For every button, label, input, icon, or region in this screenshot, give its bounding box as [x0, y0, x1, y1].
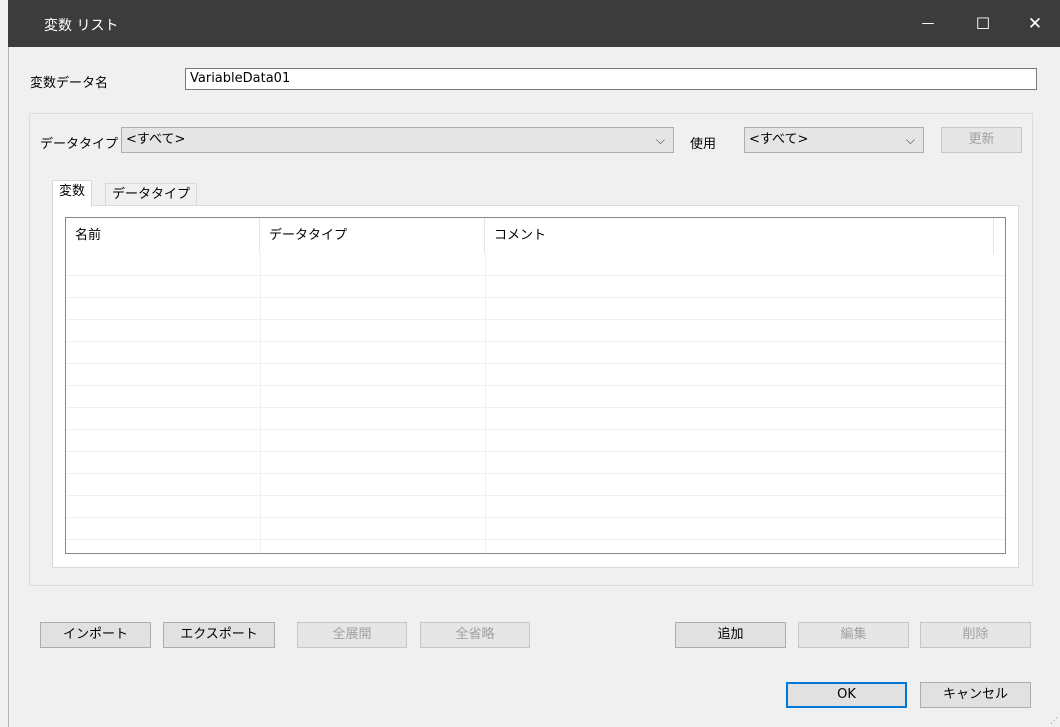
- column-header-comment[interactable]: コメント: [485, 218, 994, 254]
- cancel-button[interactable]: キャンセル: [920, 682, 1031, 708]
- table-row[interactable]: [66, 320, 1005, 342]
- import-button[interactable]: インポート: [40, 622, 151, 648]
- minimize-icon[interactable]: —: [903, 0, 953, 47]
- refresh-button[interactable]: 更新: [941, 127, 1022, 153]
- data-type-filter-value: <すべて>: [126, 132, 186, 147]
- add-button[interactable]: 追加: [675, 622, 786, 648]
- table-row[interactable]: [66, 452, 1005, 474]
- ok-button[interactable]: OK: [786, 682, 907, 708]
- window-title: 変数 リスト: [44, 18, 119, 34]
- title-bar: 変数 リスト — ☐ ✕: [8, 0, 1060, 47]
- usage-filter-select[interactable]: <すべて> ⌵: [744, 127, 924, 153]
- table-row[interactable]: [66, 276, 1005, 298]
- table-row[interactable]: [66, 408, 1005, 430]
- export-button[interactable]: エクスポート: [163, 622, 275, 648]
- table-row[interactable]: [66, 342, 1005, 364]
- table-row[interactable]: [66, 254, 1005, 276]
- column-header-data-type[interactable]: データタイプ: [260, 218, 485, 254]
- usage-filter-value: <すべて>: [749, 132, 809, 147]
- column-header-name[interactable]: 名前: [66, 218, 260, 254]
- table-row[interactable]: [66, 364, 1005, 386]
- maximize-icon[interactable]: ☐: [958, 0, 1008, 47]
- window-border: [8, 47, 9, 727]
- table-row[interactable]: [66, 298, 1005, 320]
- delete-button[interactable]: 削除: [920, 622, 1031, 648]
- collapse-all-button[interactable]: 全省略: [420, 622, 530, 648]
- table-row[interactable]: [66, 386, 1005, 408]
- chevron-down-icon: ⌵: [905, 133, 915, 147]
- table-header: 名前 データタイプ コメント: [66, 218, 1005, 254]
- tab-data-types[interactable]: データタイプ: [105, 183, 198, 207]
- usage-filter-label: 使用: [690, 137, 717, 152]
- table-row[interactable]: [66, 430, 1005, 452]
- variable-data-name-label: 変数データ名: [30, 76, 109, 91]
- table-row[interactable]: [66, 518, 1005, 540]
- variables-table[interactable]: 名前 データタイプ コメント: [65, 217, 1006, 554]
- data-type-filter-label: データタイプ: [40, 137, 119, 152]
- variable-data-name-input[interactable]: VariableData01: [185, 68, 1037, 90]
- edit-button[interactable]: 編集: [798, 622, 909, 648]
- close-icon[interactable]: ✕: [1010, 0, 1060, 47]
- chevron-down-icon: ⌵: [655, 133, 665, 147]
- table-row[interactable]: [66, 496, 1005, 518]
- tab-variables[interactable]: 変数: [52, 180, 93, 207]
- table-row[interactable]: [66, 474, 1005, 496]
- resize-grip-icon[interactable]: ⋰: [1050, 716, 1058, 725]
- expand-all-button[interactable]: 全展開: [297, 622, 407, 648]
- data-type-filter-select[interactable]: <すべて> ⌵: [121, 127, 674, 153]
